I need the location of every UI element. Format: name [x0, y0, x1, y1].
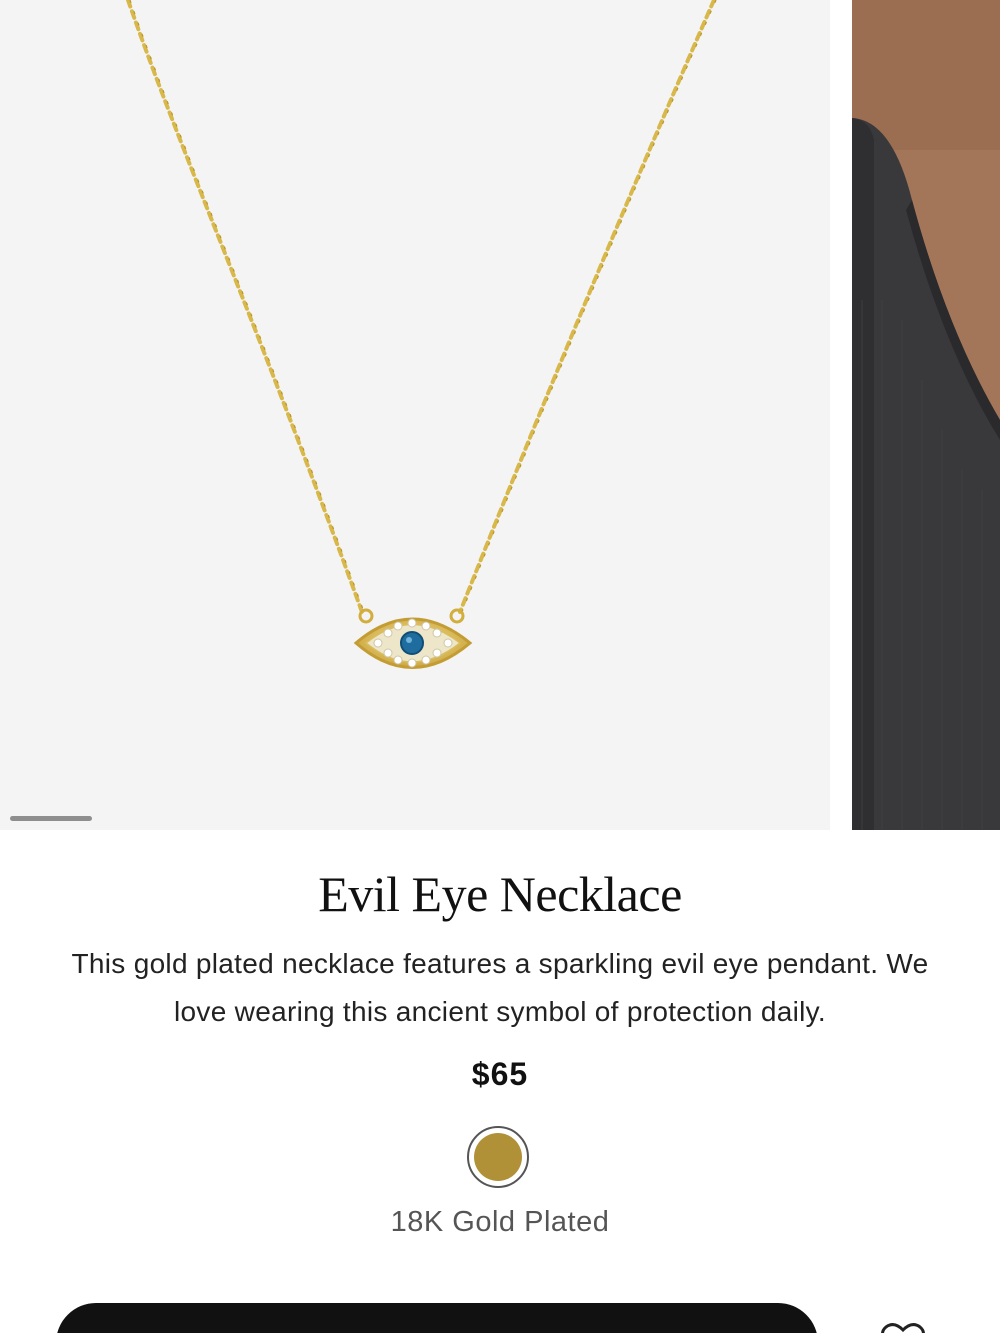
necklace-illustration [126, 0, 717, 669]
product-image-main[interactable] [0, 0, 830, 830]
evil-eye-pendant [353, 617, 473, 669]
color-swatch-gold[interactable] [467, 1126, 529, 1188]
color-swatch-fill [474, 1133, 522, 1181]
wishlist-button[interactable] [880, 1322, 926, 1333]
add-to-bag-button[interactable] [56, 1303, 818, 1333]
product-price: $65 [471, 1056, 529, 1092]
product-image-model[interactable] [852, 0, 1000, 830]
gallery-progress-indicator [10, 816, 92, 821]
selected-variant-label: 18K Gold Plated [390, 1206, 610, 1238]
product-page: Evil Eye Necklace This gold plated neckl… [0, 0, 1000, 1333]
product-image-gallery[interactable] [0, 0, 1000, 830]
product-title: Evil Eye Necklace [318, 866, 682, 922]
product-description: This gold plated necklace features a spa… [71, 948, 929, 1027]
heart-icon [881, 1323, 925, 1333]
model-photo-illustration [852, 0, 1000, 830]
